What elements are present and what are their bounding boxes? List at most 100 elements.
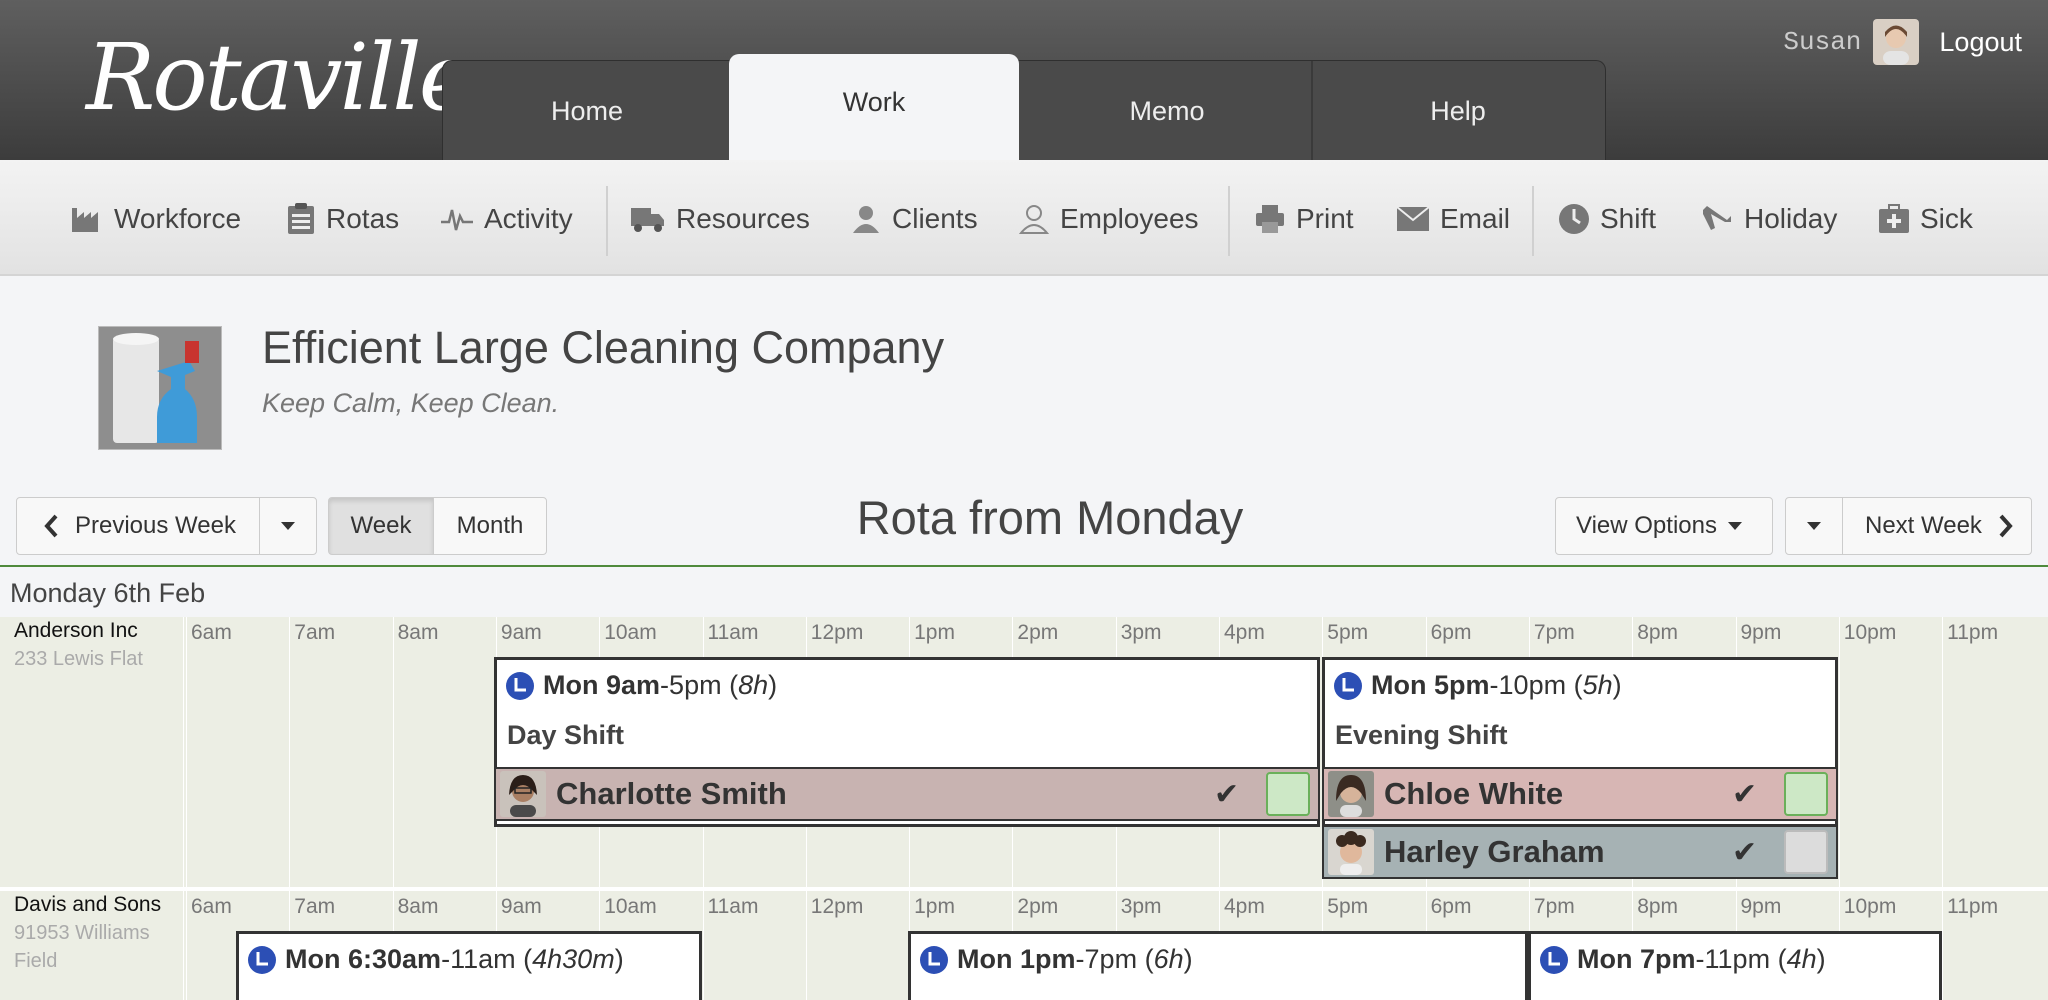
confirmed-check-icon: ✔ [1214, 777, 1240, 811]
month-view-button[interactable]: Month [433, 497, 547, 555]
toolbar-activity[interactable]: Activity [440, 196, 573, 242]
caret-down-icon [1807, 522, 1821, 530]
shift-time: Mon 6:30am-11am (4h30m) [247, 944, 624, 975]
toolbar-resources[interactable]: Resources [630, 196, 810, 242]
toolbar-separator [606, 186, 608, 256]
shift-time: Mon 7pm-11pm (4h) [1539, 944, 1826, 975]
top-bar: Rotaville Home Work Memo Help Susan Logo… [0, 0, 2048, 162]
header-divider [0, 565, 2048, 567]
toolbar-sick[interactable]: Sick [1878, 196, 1973, 242]
shift-duration: 4h [1786, 944, 1817, 974]
shift-time: Mon 9am-5pm (8h) [505, 670, 777, 701]
toolbar-clients-label: Clients [892, 203, 978, 234]
status-checkbox[interactable] [1784, 830, 1828, 874]
hour-cell[interactable]: 11pm [1942, 891, 2045, 1000]
shift-end: 11am [450, 944, 516, 974]
shift-time: Mon 5pm-10pm (5h) [1333, 670, 1622, 701]
toolbar-clients[interactable]: Clients [850, 196, 978, 242]
shift-block[interactable]: Mon 7pm-11pm (4h) [1528, 931, 1942, 1000]
shift-day: Mon [543, 670, 599, 700]
toolbar-employees-label: Employees [1060, 203, 1199, 234]
hour-cell[interactable]: 7am [289, 617, 392, 887]
employee-assignment[interactable]: Charlotte Smith ✔ [494, 767, 1320, 821]
toolbar-resources-label: Resources [676, 203, 810, 234]
previous-week-button[interactable]: Previous Week [16, 497, 260, 555]
app-logo[interactable]: Rotaville [86, 28, 473, 128]
client-name: Davis and Sons [14, 893, 162, 916]
client-cell[interactable]: Davis and Sons 91953 Williams Field [4, 891, 184, 1000]
hour-cell[interactable]: 10pm [1838, 617, 1942, 887]
toolbar: Workforce Rotas Activity Resources Clien… [0, 160, 2048, 276]
printer-icon [1256, 205, 1284, 233]
previous-week-dropdown[interactable] [259, 497, 317, 555]
shift-day: Mon [285, 944, 341, 974]
hour-cell[interactable]: 6am [186, 617, 289, 887]
status-checkbox[interactable] [1266, 772, 1310, 816]
user-box: Susan Logout [1783, 18, 2022, 66]
toolbar-print[interactable]: Print [1254, 196, 1354, 242]
tab-memo[interactable]: Memo [1023, 61, 1313, 161]
toolbar-holiday-label: Holiday [1744, 203, 1838, 234]
toolbar-employees[interactable]: Employees [1018, 196, 1199, 242]
employee-name: Chloe White [1384, 776, 1564, 811]
week-view-button[interactable]: Week [328, 497, 434, 555]
caret-down-icon [281, 522, 295, 530]
shift-end: 10pm [1498, 670, 1567, 700]
shift-day: Mon [1371, 670, 1427, 700]
caret-down-icon [1727, 522, 1742, 530]
next-week-label: Next Week [1865, 512, 1982, 539]
hour-cell[interactable]: 8am [392, 617, 496, 887]
shift-end: 11pm [1704, 944, 1771, 974]
pulse-icon [441, 209, 473, 231]
chevron-right-icon [1999, 514, 2013, 538]
toolbar-shift[interactable]: Shift [1558, 196, 1656, 242]
shift-duration: 4h30m [532, 944, 615, 974]
toolbar-workforce[interactable]: Workforce [70, 196, 241, 242]
client-name: Anderson Inc [14, 619, 138, 642]
hour-cell[interactable]: 11pm [1942, 617, 2045, 887]
view-options-button[interactable]: View Options [1555, 497, 1773, 555]
client-address: 91953 Williams Field [14, 922, 150, 972]
shift-block[interactable]: Mon 6:30am-11am (4h30m) [236, 931, 702, 1000]
user-outline-icon [1018, 205, 1050, 234]
next-week-dropdown[interactable] [1785, 497, 1843, 555]
toolbar-email[interactable]: Email [1396, 196, 1510, 242]
toolbar-rotas[interactable]: Rotas [286, 196, 399, 242]
tab-help[interactable]: Help [1313, 61, 1603, 161]
shift-clock-icon [506, 671, 534, 700]
toolbar-print-label: Print [1296, 203, 1354, 234]
shift-start: 5pm [1434, 670, 1490, 700]
status-checkbox[interactable] [1784, 772, 1828, 816]
toolbar-shift-label: Shift [1600, 203, 1657, 234]
hour-cell[interactable]: 11am [702, 891, 806, 1000]
confirmed-check-icon: ✔ [1732, 777, 1758, 811]
main-nav: Home Work Memo Help [442, 54, 1606, 162]
shift-time: Mon 1pm-7pm (6h) [919, 944, 1193, 975]
user-avatar[interactable] [1873, 19, 1920, 65]
tab-home[interactable]: Home [443, 61, 733, 161]
client-address: 233 Lewis Flat [14, 648, 143, 670]
employee-assignment[interactable]: Chloe White ✔ [1322, 767, 1838, 821]
day-heading: Monday 6th Feb [10, 578, 206, 608]
employee-avatar [1328, 829, 1374, 875]
employee-name: Charlotte Smith [556, 776, 787, 811]
employee-assignment[interactable]: Harley Graham ✔ [1322, 825, 1838, 879]
hour-cell[interactable]: 12pm [805, 891, 909, 1000]
toolbar-holiday[interactable]: Holiday [1700, 196, 1837, 242]
client-cell[interactable]: Anderson Inc 233 Lewis Flat [4, 617, 184, 887]
next-week-button[interactable]: Next Week [1842, 497, 2032, 555]
toolbar-sick-label: Sick [1920, 203, 1973, 234]
shift-clock-icon [1540, 945, 1568, 974]
rota-title: Rota from Monday [856, 491, 1244, 544]
toolbar-workforce-label: Workforce [114, 203, 242, 234]
envelope-icon [1396, 206, 1430, 231]
toolbar-rotas-label: Rotas [326, 203, 400, 234]
employee-avatar [500, 771, 546, 817]
toolbar-activity-label: Activity [484, 203, 573, 234]
clock-icon [1559, 204, 1589, 234]
shift-start: 7pm [1640, 944, 1696, 974]
company-tagline: Keep Calm, Keep Clean. [262, 388, 560, 418]
tab-work[interactable]: Work [729, 54, 1019, 162]
shift-block[interactable]: Mon 1pm-7pm (6h) [908, 931, 1528, 1000]
logout-link[interactable]: Logout [1939, 27, 2022, 58]
